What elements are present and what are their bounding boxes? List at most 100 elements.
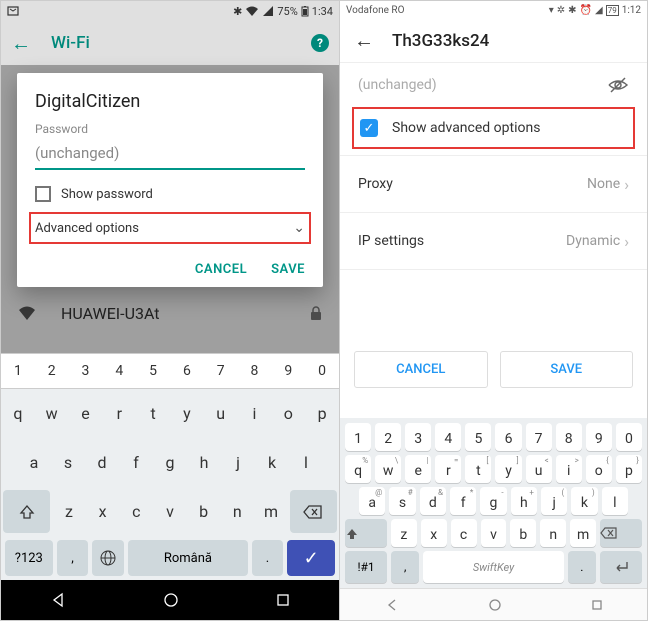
key-d[interactable]: d& [420, 487, 446, 515]
key-p[interactable]: p} [616, 455, 642, 483]
key-2[interactable]: 2 [35, 354, 69, 388]
key-b[interactable]: b [188, 490, 220, 533]
key-y[interactable]: y [171, 392, 203, 435]
ip-settings-row[interactable]: IP settings Dynamic › [358, 219, 629, 263]
key-f[interactable]: f [120, 441, 152, 484]
key-e[interactable]: e [70, 392, 102, 435]
key-j[interactable]: j [222, 441, 254, 484]
key-i[interactable]: i [239, 392, 271, 435]
key-q[interactable]: q [2, 392, 34, 435]
eye-off-icon[interactable] [607, 76, 629, 94]
nav-recent-icon[interactable] [591, 599, 603, 611]
key-o[interactable]: o [272, 392, 304, 435]
backspace-key[interactable] [600, 519, 642, 547]
key-s[interactable]: s# [389, 487, 415, 515]
key-v[interactable]: v [154, 490, 186, 533]
enter-key[interactable]: ✓ [287, 540, 335, 576]
key-d[interactable]: d [86, 441, 118, 484]
key-3[interactable]: 3 [405, 423, 431, 451]
key-r[interactable]: r= [435, 455, 461, 483]
key-m[interactable]: m [570, 519, 596, 547]
comma-key[interactable]: , [391, 551, 419, 583]
key-y[interactable]: y] [495, 455, 521, 483]
key-4[interactable]: 4 [102, 354, 136, 388]
key-x[interactable]: x [421, 519, 447, 547]
key-t[interactable]: t [137, 392, 169, 435]
shift-key[interactable] [3, 490, 50, 533]
key-3[interactable]: 3 [69, 354, 103, 388]
advanced-options-row[interactable]: ✓ Show advanced options [352, 107, 635, 149]
symbols-key[interactable]: ?123 [5, 540, 53, 576]
period-key[interactable]: . [252, 540, 284, 576]
keyboard[interactable]: 1234567890 q%w\e|r=t[y]u<i>o{p} a@s#d&f*… [340, 418, 647, 588]
nav-back-icon[interactable] [385, 598, 399, 612]
checkbox-icon[interactable] [35, 186, 51, 202]
key-z[interactable]: z [391, 519, 417, 547]
proxy-row[interactable]: Proxy None › [358, 162, 629, 206]
key-v[interactable]: v [481, 519, 507, 547]
key-h[interactable]: h+ [511, 487, 537, 515]
help-icon[interactable]: ? [311, 34, 329, 52]
key-h[interactable]: h [188, 441, 220, 484]
nav-recent-icon[interactable] [276, 593, 290, 607]
key-u[interactable]: u [205, 392, 237, 435]
key-l[interactable]: l [290, 441, 322, 484]
password-input[interactable] [35, 140, 305, 170]
key-1[interactable]: 1 [345, 423, 371, 451]
key-7[interactable]: 7 [204, 354, 238, 388]
key-l[interactable]: l [602, 487, 628, 515]
show-password-row[interactable]: Show password [35, 186, 305, 202]
spacebar[interactable]: SwiftKey [423, 551, 564, 583]
nav-home-icon[interactable] [488, 598, 502, 612]
key-7[interactable]: 7 [526, 423, 552, 451]
key-w[interactable]: w [36, 392, 68, 435]
key-4[interactable]: 4 [435, 423, 461, 451]
shift-key[interactable] [345, 519, 387, 547]
key-9[interactable]: 9 [586, 423, 612, 451]
save-button[interactable]: SAVE [271, 262, 305, 277]
key-n[interactable]: n [540, 519, 566, 547]
key-5[interactable]: 5 [465, 423, 491, 451]
key-n[interactable]: n [222, 490, 254, 533]
key-q[interactable]: q% [345, 455, 371, 483]
key-u[interactable]: u< [526, 455, 552, 483]
key-m[interactable]: m [255, 490, 287, 533]
advanced-options-row[interactable]: Advanced options ⌄ [29, 212, 311, 244]
key-x[interactable]: x [87, 490, 119, 533]
symbols-key[interactable]: !#1 [345, 551, 387, 583]
period-key[interactable]: . [568, 551, 596, 583]
checkbox-checked-icon[interactable]: ✓ [360, 119, 378, 137]
keyboard[interactable]: 1234567890 qwertyuiop asdfghjkl zxcvbnm … [1, 353, 339, 580]
key-5[interactable]: 5 [136, 354, 170, 388]
nav-back-icon[interactable] [50, 592, 66, 608]
key-8[interactable]: 8 [556, 423, 582, 451]
key-k[interactable]: k) [571, 487, 597, 515]
key-z[interactable]: z [53, 490, 85, 533]
back-icon[interactable]: ← [354, 28, 374, 53]
key-s[interactable]: s [52, 441, 84, 484]
cancel-button[interactable]: CANCEL [354, 351, 488, 388]
key-6[interactable]: 6 [170, 354, 204, 388]
key-0[interactable]: 0 [305, 354, 339, 388]
key-6[interactable]: 6 [495, 423, 521, 451]
cancel-button[interactable]: CANCEL [195, 262, 247, 277]
key-t[interactable]: t[ [465, 455, 491, 483]
key-0[interactable]: 0 [616, 423, 642, 451]
key-e[interactable]: e| [405, 455, 431, 483]
key-g[interactable]: g- [480, 487, 506, 515]
key-8[interactable]: 8 [238, 354, 272, 388]
key-a[interactable]: a@ [359, 487, 385, 515]
key-1[interactable]: 1 [1, 354, 35, 388]
key-b[interactable]: b [510, 519, 536, 547]
backspace-key[interactable] [290, 490, 337, 533]
key-r[interactable]: r [103, 392, 135, 435]
key-9[interactable]: 9 [271, 354, 305, 388]
save-button[interactable]: SAVE [500, 351, 634, 388]
globe-icon[interactable] [92, 540, 124, 576]
password-row[interactable]: (unchanged) [358, 63, 629, 107]
key-c[interactable]: c [451, 519, 477, 547]
key-o[interactable]: o{ [586, 455, 612, 483]
key-w[interactable]: w\ [375, 455, 401, 483]
key-j[interactable]: j( [541, 487, 567, 515]
comma-key[interactable]: , [57, 540, 89, 576]
